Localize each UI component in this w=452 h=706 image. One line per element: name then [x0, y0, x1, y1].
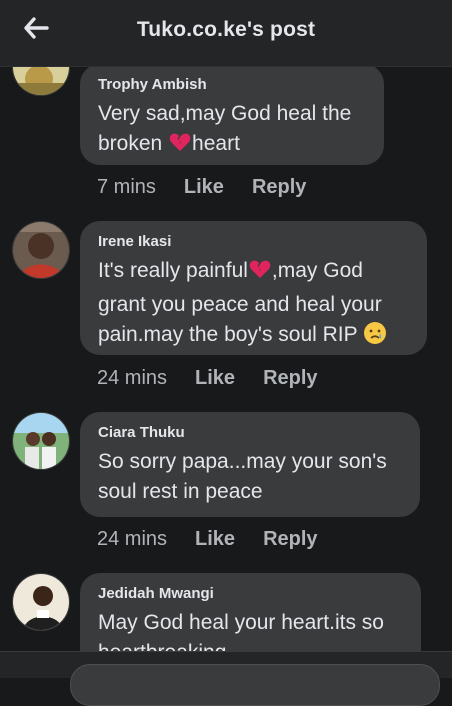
comment-text: So sorry papa...may your son's soul rest… [98, 447, 402, 507]
comment-text-line: soul rest in peace [98, 480, 263, 503]
avatar[interactable] [12, 573, 70, 631]
comment-text-line: broken [98, 132, 169, 155]
comment-actions: 7 mins Like Reply [97, 176, 334, 199]
comment-bubble[interactable]: Trophy Ambish Very sad,may God heal the … [80, 64, 384, 165]
comment-input[interactable] [70, 664, 440, 706]
comment-text-line: pain.may the boy's soul RIP [98, 323, 364, 346]
comment-text: Very sad,may God heal the broken heart [98, 99, 366, 163]
comment-text-line: ,may God [271, 259, 363, 282]
page-title: Tuko.co.ke's post [136, 18, 316, 41]
crying-face-emoji-icon [363, 321, 387, 354]
comment-text-line: heart [192, 132, 240, 155]
comment-composer [0, 651, 452, 706]
comment-author[interactable]: Jedidah Mwangi [98, 585, 403, 602]
reply-button[interactable]: Reply [252, 176, 306, 199]
like-button[interactable]: Like [195, 367, 235, 390]
comment-bubble[interactable]: Ciara Thuku So sorry papa...may your son… [80, 412, 420, 517]
comment-author[interactable]: Irene Ikasi [98, 233, 409, 250]
comment-text-line: Very sad,may God heal the [98, 102, 352, 125]
comment-timestamp[interactable]: 24 mins [97, 367, 167, 390]
comment-text: It's really painful ,may God grant you pe… [98, 256, 409, 354]
comment-text-line: May God heal your heart.its so [98, 611, 384, 634]
comment-text-line: grant you peace and heal your [98, 293, 382, 316]
like-button[interactable]: Like [195, 528, 235, 551]
comments-feed: Trophy Ambish Very sad,may God heal the … [0, 0, 452, 683]
comment-author[interactable]: Trophy Ambish [98, 76, 366, 93]
broken-heart-emoji-icon [248, 257, 272, 290]
comment-text-line: It's really painful [98, 259, 248, 282]
comment-text-line: So sorry papa...may your son's [98, 450, 387, 473]
comment-actions: 24 mins Like Reply [97, 367, 346, 390]
comment-timestamp[interactable]: 24 mins [97, 528, 167, 551]
comment-author[interactable]: Ciara Thuku [98, 424, 402, 441]
comment-bubble[interactable]: Irene Ikasi It's really painful ,may God … [80, 221, 427, 355]
avatar[interactable] [12, 221, 70, 279]
comment-actions: 24 mins Like Reply [97, 528, 346, 551]
like-button[interactable]: Like [184, 176, 224, 199]
avatar[interactable] [12, 412, 70, 470]
reply-button[interactable]: Reply [263, 528, 317, 551]
broken-heart-emoji-icon [168, 130, 192, 163]
comment-timestamp[interactable]: 7 mins [97, 176, 156, 199]
top-bar: Tuko.co.ke's post [0, 0, 452, 66]
reply-button[interactable]: Reply [263, 367, 317, 390]
